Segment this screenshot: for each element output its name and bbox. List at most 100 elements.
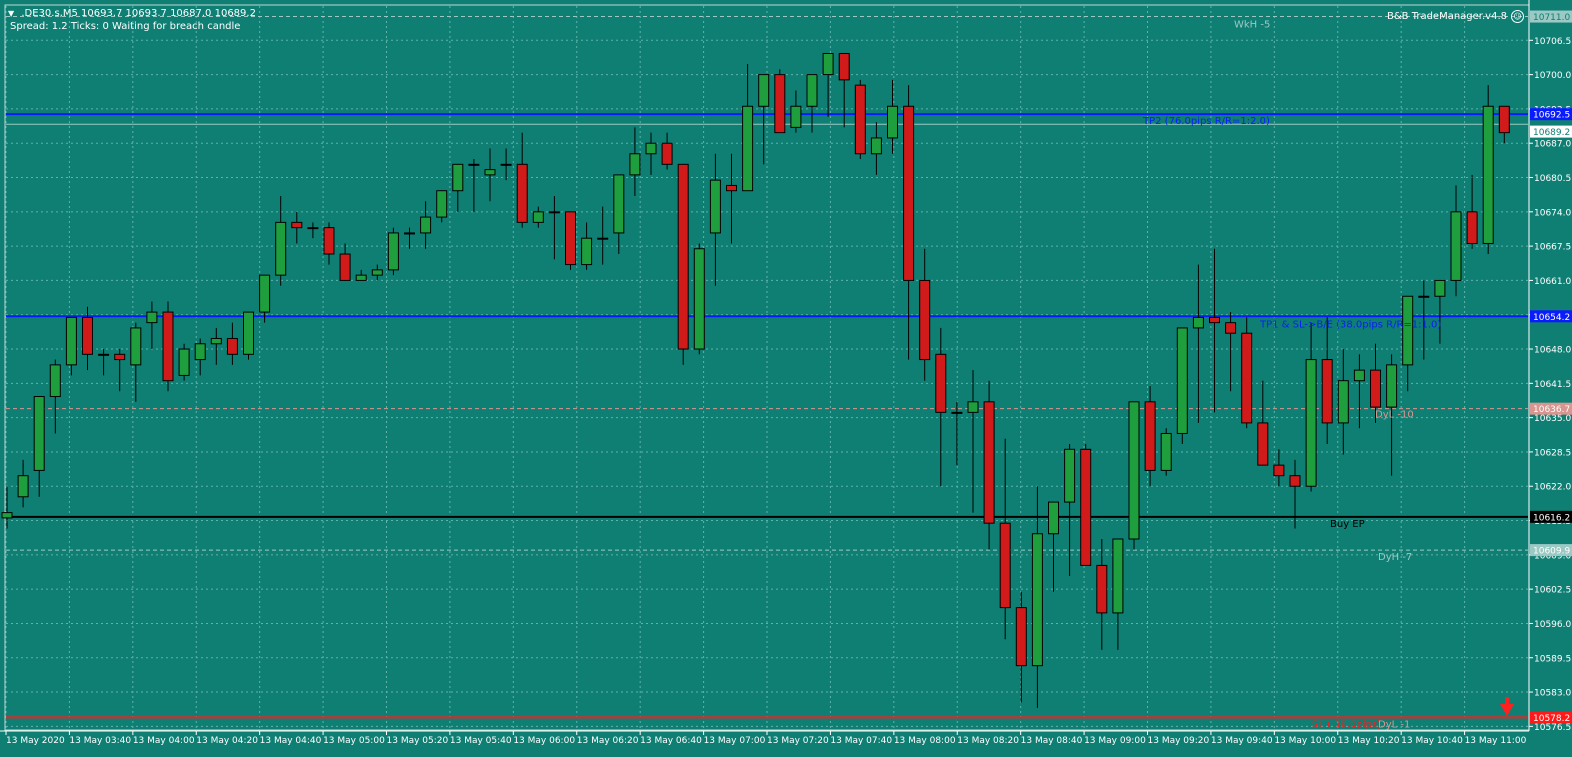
- candle-bear[interactable]: [339, 253, 351, 281]
- candle-bull[interactable]: [1434, 279, 1446, 297]
- candle-bull[interactable]: [709, 179, 721, 234]
- candle-bull[interactable]: [1064, 448, 1076, 503]
- candle-bear[interactable]: [1321, 359, 1333, 424]
- candlestick-chart[interactable]: TP2 (76.0pips R/R=1:2.0) TP1 & SL->B/E (3…: [0, 0, 1572, 753]
- candle-bull[interactable]: [887, 105, 898, 139]
- candle-bear[interactable]: [1498, 105, 1510, 134]
- candle-bull[interactable]: [742, 105, 754, 192]
- candle-bull[interactable]: [1482, 105, 1494, 244]
- candle-bull[interactable]: [243, 311, 254, 355]
- candle-bull[interactable]: [420, 216, 432, 234]
- candle-bear[interactable]: [1370, 369, 1381, 408]
- candle-bear[interactable]: [999, 522, 1011, 609]
- candle-bear[interactable]: [516, 163, 528, 223]
- candle-bear[interactable]: [1466, 211, 1478, 244]
- candle-bear[interactable]: [114, 353, 126, 361]
- candle-bear[interactable]: [677, 163, 689, 350]
- candle-bear[interactable]: [919, 279, 931, 361]
- candle-bull[interactable]: [613, 174, 625, 234]
- candle-bull[interactable]: [758, 74, 770, 107]
- candle-bull[interactable]: [371, 269, 383, 276]
- candle-bull[interactable]: [1305, 359, 1317, 487]
- candle-bull[interactable]: [1112, 538, 1124, 614]
- candle-bull[interactable]: [1402, 295, 1414, 366]
- candle-bull[interactable]: [1386, 364, 1398, 408]
- candle-bull[interactable]: [951, 411, 963, 414]
- candle-bull[interactable]: [1031, 533, 1043, 667]
- candle-bear[interactable]: [291, 221, 303, 229]
- candle-bear[interactable]: [1096, 564, 1108, 614]
- candle-bull[interactable]: [210, 337, 222, 345]
- candle-bear[interactable]: [1241, 332, 1253, 424]
- candle-bull[interactable]: [870, 137, 882, 155]
- candle-bull[interactable]: [65, 316, 77, 366]
- candle-bull[interactable]: [1192, 316, 1204, 329]
- candle-bull[interactable]: [790, 105, 802, 128]
- candle-bull[interactable]: [645, 142, 657, 155]
- candle-bull[interactable]: [693, 248, 705, 350]
- candle-bull[interactable]: [548, 211, 560, 214]
- candle-bull[interactable]: [1128, 401, 1140, 540]
- candle-bull[interactable]: [1176, 327, 1188, 434]
- y-tick-label: 10576.5: [1534, 723, 1571, 733]
- candle-bear[interactable]: [1289, 475, 1301, 487]
- candle-bull[interactable]: [1, 512, 13, 519]
- candle-bull[interactable]: [967, 401, 979, 413]
- candle-bull[interactable]: [1353, 369, 1365, 382]
- candle-bear[interactable]: [935, 353, 947, 413]
- smiley-icon[interactable]: ☺: [1511, 10, 1524, 23]
- candle-bull[interactable]: [452, 163, 464, 192]
- candle-bull[interactable]: [178, 348, 190, 376]
- candle-bull[interactable]: [500, 163, 512, 166]
- candle-bull[interactable]: [1337, 380, 1349, 424]
- candle-bull[interactable]: [17, 475, 29, 498]
- candle-bull[interactable]: [33, 396, 45, 471]
- candle-bull[interactable]: [194, 343, 206, 361]
- candle-bear[interactable]: [983, 401, 995, 524]
- candle-bull[interactable]: [1450, 211, 1462, 281]
- candle-bear[interactable]: [1080, 448, 1092, 566]
- candle-bull[interactable]: [806, 74, 818, 107]
- candle-bull[interactable]: [532, 211, 544, 223]
- candle-bull[interactable]: [146, 311, 158, 324]
- chart-window[interactable]: TP2 (76.0pips R/R=1:2.0) TP1 & SL->B/E (3…: [0, 0, 1572, 753]
- candle-bear[interactable]: [838, 52, 850, 81]
- candle-bear[interactable]: [1015, 607, 1027, 667]
- candle-bull[interactable]: [581, 237, 593, 266]
- candle-bull[interactable]: [130, 327, 142, 366]
- candle-bear[interactable]: [903, 105, 915, 281]
- dropdown-arrow-icon[interactable]: ▼: [8, 9, 14, 18]
- candle-bear[interactable]: [565, 211, 576, 266]
- candle-bull[interactable]: [404, 232, 415, 235]
- candle-bear[interactable]: [1273, 464, 1285, 477]
- candle-bull[interactable]: [1048, 501, 1059, 535]
- candle-bull[interactable]: [1160, 432, 1172, 471]
- candle-bear[interactable]: [1209, 316, 1220, 324]
- candle-bear[interactable]: [162, 311, 174, 382]
- candle-bull[interactable]: [98, 353, 110, 356]
- candle-bear[interactable]: [661, 142, 673, 165]
- candle-bear[interactable]: [854, 84, 866, 155]
- candle-bull[interactable]: [1418, 295, 1430, 298]
- candle-bull[interactable]: [468, 163, 480, 166]
- candle-bull[interactable]: [275, 221, 287, 276]
- candle-bear[interactable]: [1225, 322, 1237, 334]
- candle-bull[interactable]: [436, 190, 448, 218]
- candle-bear[interactable]: [82, 316, 93, 355]
- candle-bull[interactable]: [629, 153, 641, 176]
- candle-bull[interactable]: [307, 227, 319, 230]
- candle-bull[interactable]: [49, 364, 61, 398]
- candle-bear[interactable]: [1144, 401, 1156, 471]
- level-label: TP2 (76.0pips R/R=1:2.0): [1142, 116, 1270, 127]
- candle-bull[interactable]: [259, 274, 271, 313]
- candle-bull[interactable]: [484, 169, 496, 176]
- candle-bear[interactable]: [1257, 422, 1269, 466]
- candle-bear[interactable]: [774, 74, 786, 134]
- candle-bull[interactable]: [822, 52, 834, 76]
- candle-bull[interactable]: [355, 274, 367, 281]
- candle-bull[interactable]: [387, 232, 399, 271]
- candle-bear[interactable]: [323, 227, 335, 255]
- candle-bull[interactable]: [597, 237, 609, 240]
- candle-bear[interactable]: [226, 337, 238, 355]
- candle-bear[interactable]: [726, 184, 737, 192]
